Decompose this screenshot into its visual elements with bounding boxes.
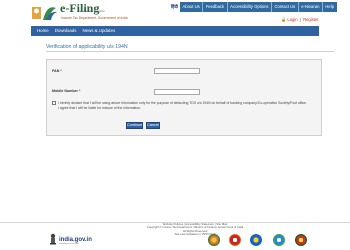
nav-item-downloads[interactable]: Downloads — [52, 26, 80, 36]
pan-label-text: PAN — [52, 69, 60, 73]
cancel-button[interactable]: Cancel — [146, 122, 160, 129]
footer-last-updated: Site Last Updated on 15/07/2020 — [174, 232, 216, 237]
declaration-text: I hereby declare that I will be using ab… — [58, 101, 307, 110]
india-gov-portal-tagline: national portal of india — [59, 243, 79, 245]
hindi-language-link[interactable]: हिंदी — [171, 4, 178, 10]
mobile-number-input[interactable] — [154, 89, 200, 95]
pan-input[interactable] — [154, 68, 200, 74]
login-link[interactable]: Login — [287, 17, 297, 22]
lock-icon: 🔒 — [281, 17, 287, 22]
pan-label: PAN * — [52, 69, 62, 73]
top-link-about-us[interactable]: About Us — [180, 2, 204, 12]
top-link-accessibility-options[interactable]: Accessibility Options — [228, 2, 273, 12]
mobile-label: Mobile Number * — [52, 89, 80, 93]
nav-item-news-updates[interactable]: News & Updates — [79, 26, 118, 36]
continue-button[interactable]: Continue — [126, 122, 143, 129]
top-links: About Us Feedback Accessibility Options … — [180, 2, 337, 12]
declaration-checkbox[interactable] — [52, 101, 56, 105]
footer-info: Website Policies | Accessibility Stateme… — [120, 222, 270, 237]
title-divider — [46, 51, 334, 52]
partner-logo-4-icon[interactable] — [273, 234, 285, 246]
national-emblem-icon — [50, 233, 56, 245]
top-link-e-nivaran[interactable]: e-Nivaran — [299, 2, 323, 12]
top-link-contact-us[interactable]: Contact Us — [272, 2, 299, 12]
main-navbar: Home Downloads News & Updates — [31, 26, 319, 36]
efiling-logo-icon[interactable] — [31, 2, 59, 24]
login-register-links: 🔒 Login | Register — [281, 17, 319, 23]
brand-tagline: Anywhere Anytime — [80, 9, 105, 13]
site-header: e-Filing Anywhere Anytime Income Tax Dep… — [0, 0, 350, 26]
nav-item-home[interactable]: Home — [31, 26, 52, 36]
register-link[interactable]: Register — [303, 17, 319, 22]
department-name: Income Tax Department, Government of Ind… — [61, 16, 128, 20]
top-link-feedback[interactable]: Feedback — [203, 2, 228, 12]
mobile-label-text: Mobile Number — [52, 89, 78, 93]
mobile-required-mark: * — [78, 89, 81, 93]
india-gov-portal-link[interactable]: india.gov.in national portal of india — [59, 237, 92, 245]
login-separator: | — [299, 17, 301, 22]
partner-logo-1-icon[interactable] — [208, 234, 220, 246]
page-title: Verification of applicability u/s 194N — [46, 44, 128, 50]
pan-required-mark: * — [60, 69, 62, 73]
top-link-help[interactable]: Help — [323, 2, 337, 12]
partner-logo-5-icon[interactable] — [295, 234, 307, 246]
partner-logo-2-icon[interactable] — [229, 234, 241, 246]
partner-logo-3-icon[interactable] — [250, 234, 262, 246]
